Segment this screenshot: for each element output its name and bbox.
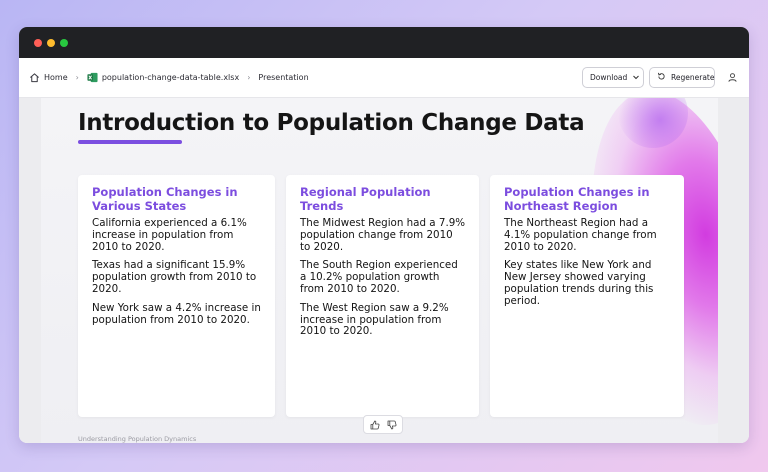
thumbs-up-icon xyxy=(370,415,380,434)
card-paragraph: The West Region saw a 9.2% increase in p… xyxy=(300,301,449,338)
download-label: Download xyxy=(590,73,628,82)
minimize-window-button[interactable] xyxy=(47,39,55,47)
breadcrumb-file-label: population-change-data-table.xlsx xyxy=(101,73,240,82)
home-icon xyxy=(29,72,40,83)
card-paragraph: New York saw a 4.2% increase in populati… xyxy=(92,301,261,326)
like-button[interactable] xyxy=(368,418,381,431)
card-paragraph: The Midwest Region had a 7.9% population… xyxy=(300,217,466,253)
card-title: Population Changes in Northeast Region xyxy=(504,185,650,213)
breadcrumb-file[interactable]: population-change-data-table.xlsx xyxy=(87,72,239,83)
user-menu-button[interactable] xyxy=(723,69,741,87)
app-window: Home › population-change-data-table.xlsx… xyxy=(19,27,749,443)
slide: Introduction to Population Change Data P… xyxy=(41,98,718,443)
regenerate-button[interactable]: Regenerate xyxy=(649,67,715,88)
feedback-bar xyxy=(363,415,403,434)
breadcrumb-separator-icon: › xyxy=(247,73,251,82)
refresh-icon xyxy=(657,72,666,83)
dislike-button[interactable] xyxy=(385,418,398,431)
chevron-down-icon xyxy=(632,73,640,83)
download-button[interactable]: Download xyxy=(582,67,644,88)
window-titlebar xyxy=(19,27,749,58)
breadcrumb-current: Presentation xyxy=(258,73,308,82)
card-paragraph: The Northeast Region had a 4.1% populati… xyxy=(504,217,657,253)
presentation-stage: Introduction to Population Change Data P… xyxy=(19,98,749,443)
card-paragraph: The South Region experienced a 10.2% pop… xyxy=(300,259,458,295)
breadcrumb-home-label: Home xyxy=(44,73,68,82)
card-title: Population Changes in Various States xyxy=(92,185,238,213)
slide-title: Introduction to Population Change Data xyxy=(78,110,585,136)
card-title: Regional Population Trends xyxy=(300,185,431,213)
content-card: Regional Population Trends The Midwest R… xyxy=(286,175,479,417)
card-paragraph: Texas had a significant 15.9% population… xyxy=(92,259,257,295)
maximize-window-button[interactable] xyxy=(60,39,68,47)
top-toolbar: Home › population-change-data-table.xlsx… xyxy=(19,58,749,98)
close-window-button[interactable] xyxy=(34,39,42,47)
breadcrumb: Home › population-change-data-table.xlsx… xyxy=(29,72,309,83)
excel-icon xyxy=(87,72,98,83)
toolbar-actions: Download Regenerate xyxy=(582,67,741,88)
breadcrumb-current-label: Presentation xyxy=(258,73,309,82)
content-card: Population Changes in Northeast Region T… xyxy=(490,175,684,417)
breadcrumb-separator-icon: › xyxy=(75,73,79,82)
thumbs-down-icon xyxy=(387,415,397,434)
breadcrumb-home[interactable]: Home xyxy=(29,72,68,83)
content-card: Population Changes in Various States Cal… xyxy=(78,175,275,417)
user-icon xyxy=(727,68,738,87)
regenerate-label: Regenerate xyxy=(671,73,715,82)
card-paragraph: Key states like New York and New Jersey … xyxy=(504,259,654,307)
slide-footer: Understanding Population Dynamics xyxy=(78,435,197,443)
title-underline xyxy=(78,140,182,144)
card-paragraph: California experienced a 6.1% increase i… xyxy=(92,217,247,253)
